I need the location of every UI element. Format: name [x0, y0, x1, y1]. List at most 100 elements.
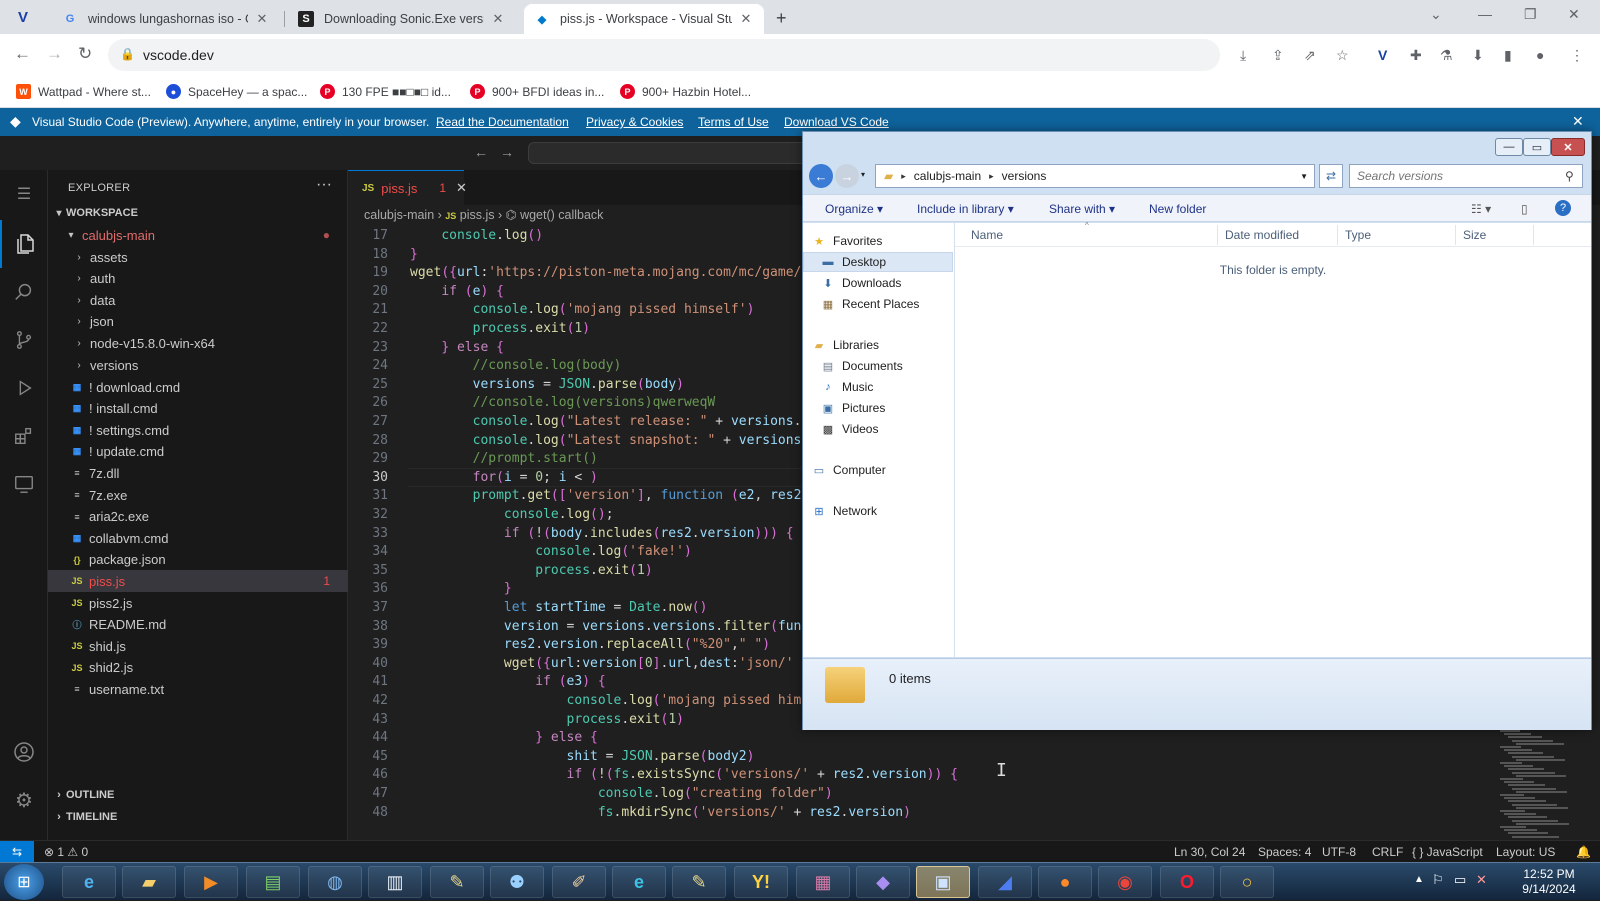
code-line[interactable]: wget({url:'https://piston-meta.mojang.co… — [410, 263, 801, 282]
vivaldi-extension-icon[interactable]: V — [1378, 47, 1387, 63]
code-line[interactable]: console.log(); — [410, 505, 614, 524]
timeline-section[interactable]: › TIMELINE — [48, 806, 348, 828]
file-item[interactable]: JS shid2.js — [48, 657, 348, 679]
code-line[interactable]: shit = JSON.parse(body2) — [410, 747, 755, 766]
code-line[interactable]: if (e) { — [410, 282, 504, 301]
code-line[interactable]: } else { — [410, 338, 504, 357]
show-hidden-icons[interactable]: ▲ — [1414, 874, 1424, 885]
close-window-icon[interactable]: ✕ — [1551, 138, 1585, 156]
code-line[interactable]: //console.log(body) — [410, 356, 622, 375]
yellow-ring-icon[interactable]: ○ — [1220, 866, 1274, 898]
install-app-icon[interactable]: ⤓ — [1240, 47, 1246, 64]
code-line[interactable]: version = versions.versions.filter(fun — [410, 617, 801, 636]
code-line[interactable]: prompt.get(['version'], function (e2, re… — [410, 486, 802, 505]
back-arrow-icon[interactable]: ← — [809, 164, 833, 188]
code-line[interactable]: } — [410, 579, 512, 598]
organize-button[interactable]: Organize ▾ — [825, 202, 883, 216]
nav-music[interactable]: ♪ Music — [803, 377, 953, 397]
internet-explorer-icon[interactable]: e — [62, 866, 116, 898]
include-in-library-button[interactable]: Include in library ▾ — [917, 202, 1014, 216]
window-caption[interactable]: — ▭ ✕ — [803, 132, 1591, 160]
code-line[interactable]: wget({url:version[0].url,dest:'json/' — [410, 654, 794, 673]
forward-arrow-icon[interactable]: → — [835, 164, 859, 188]
command-center[interactable] — [528, 142, 808, 164]
file-item[interactable]: ▦ ! update.cmd — [48, 441, 348, 463]
explorer-window-taskbar-icon[interactable]: ▣ — [916, 866, 970, 898]
firefox-icon[interactable]: ● — [1038, 866, 1092, 898]
maximize-icon[interactable]: ▭ — [1523, 138, 1551, 156]
close-icon[interactable]: ✕ — [738, 11, 754, 27]
code-line[interactable]: //console.log(versions)qwerweqW — [410, 393, 716, 412]
code-line[interactable]: console.log('mojang pissed himself') — [410, 300, 755, 319]
extensions-puzzle-icon[interactable]: ✚ — [1410, 47, 1422, 64]
paint-tool-icon[interactable]: ✎ — [430, 866, 484, 898]
code-line[interactable]: res2.version.replaceAll("%20"," ") — [410, 635, 770, 654]
code-line[interactable]: console.log('fake!') — [410, 542, 692, 561]
editor-tab-piss-js[interactable]: JS piss.js 1 ✕ — [348, 170, 467, 205]
column-type[interactable]: Type — [1345, 228, 1371, 242]
folder-item[interactable]: › assets — [48, 246, 348, 268]
preview-pane-icon[interactable]: ▯ — [1521, 202, 1528, 216]
nav-back-icon[interactable]: ← — [474, 144, 488, 160]
globe-icon[interactable]: ◍ — [308, 866, 362, 898]
code-line[interactable]: if (e3) { — [410, 672, 605, 691]
notepad-icon[interactable]: ▥ — [368, 866, 422, 898]
close-icon[interactable]: ✕ — [456, 180, 467, 196]
bookmark-pinterest-130[interactable]: P 130 FPE ■■□■□ id... — [320, 84, 451, 99]
privacy-link[interactable]: Privacy & Cookies — [586, 115, 683, 129]
folder-root[interactable]: ▾ calubjs-main ● — [48, 224, 348, 246]
chrome-icon[interactable]: ◉ — [1098, 866, 1152, 898]
path-segment[interactable]: calubjs-main — [914, 169, 981, 183]
start-button[interactable]: ⊞ — [4, 864, 44, 900]
cursor-position[interactable]: Ln 30, Col 24 — [1174, 845, 1245, 859]
menu-icon[interactable]: ☰ — [0, 170, 48, 218]
folder-item[interactable]: › auth — [48, 268, 348, 290]
notifications-bell-icon[interactable]: 🔔 — [1576, 845, 1591, 859]
breadcrumb-item[interactable]: piss.js — [460, 208, 495, 222]
folder-item[interactable]: › versions — [48, 354, 348, 376]
breadcrumb-item[interactable]: calubjs-main — [364, 208, 434, 222]
share-page-icon[interactable]: ⇗ — [1304, 47, 1316, 64]
nav-documents[interactable]: ▤ Documents — [803, 356, 953, 376]
action-center-flag-icon[interactable]: ⚐ — [1432, 872, 1444, 888]
folder-item[interactable]: › data — [48, 289, 348, 311]
code-line[interactable]: console.log('mojang pissed him — [410, 691, 802, 710]
file-item[interactable]: JS piss2.js — [48, 592, 348, 614]
download-vscode-link[interactable]: Download VS Code — [784, 115, 889, 129]
nav-favorites[interactable]: ★ Favorites — [803, 231, 953, 251]
bookmark-star-icon[interactable]: ☆ — [1336, 47, 1349, 64]
close-icon[interactable]: ✕ — [254, 11, 270, 27]
remote-explorer-icon[interactable] — [0, 460, 48, 508]
browser-tab-vscode[interactable]: ◆ piss.js - Workspace - Visual Stud ✕ — [524, 4, 764, 34]
nav-network[interactable]: ⊞ Network — [803, 501, 953, 521]
drawing-tool-icon[interactable]: ✎ — [672, 866, 726, 898]
code-line[interactable]: console.log("creating folder") — [410, 784, 833, 803]
close-icon[interactable]: ✕ — [490, 11, 506, 27]
opera-icon[interactable]: O — [1160, 866, 1214, 898]
code-line[interactable]: versions = JSON.parse(body) — [410, 375, 684, 394]
share-icon[interactable]: ⇪ — [1272, 47, 1284, 64]
network-tray-icon[interactable]: ▭ — [1454, 872, 1466, 888]
breadcrumb-item[interactable]: wget() callback — [520, 208, 603, 222]
file-item[interactable]: ▦ ! settings.cmd — [48, 419, 348, 441]
vivaldi-icon[interactable]: V — [18, 9, 28, 26]
folder-item[interactable]: › node-v15.8.0-win-x64 — [48, 332, 348, 354]
code-line[interactable]: fs.mkdirSync('versions/' + res2.version) — [410, 803, 911, 822]
bookmark-wattpad[interactable]: W Wattpad - Where st... — [16, 84, 151, 99]
winrar-icon[interactable]: ▦ — [796, 866, 850, 898]
nav-forward-icon[interactable]: → — [500, 144, 514, 160]
code-line[interactable]: console.log() — [410, 226, 543, 245]
reload-icon[interactable]: ↻ — [78, 44, 92, 64]
more-actions-icon[interactable]: ··· — [316, 176, 332, 194]
file-explorer-icon[interactable]: ▰ — [122, 866, 176, 898]
task-manager-icon[interactable]: ▤ — [246, 866, 300, 898]
browser-tab-google[interactable]: G windows lungashornas iso - Goo ✕ — [52, 4, 280, 34]
code-line[interactable]: for(i = 0; i < ) — [410, 468, 598, 487]
file-item[interactable]: JS shid.js — [48, 635, 348, 657]
account-icon[interactable] — [0, 728, 48, 776]
code-line[interactable]: //prompt.start() — [410, 449, 598, 468]
edge-icon[interactable]: e — [612, 866, 666, 898]
file-item[interactable]: ≡ 7z.exe — [48, 484, 348, 506]
minimap[interactable] — [1494, 730, 1569, 840]
bookmark-pinterest-hazbin[interactable]: P 900+ Hazbin Hotel... — [620, 84, 751, 99]
